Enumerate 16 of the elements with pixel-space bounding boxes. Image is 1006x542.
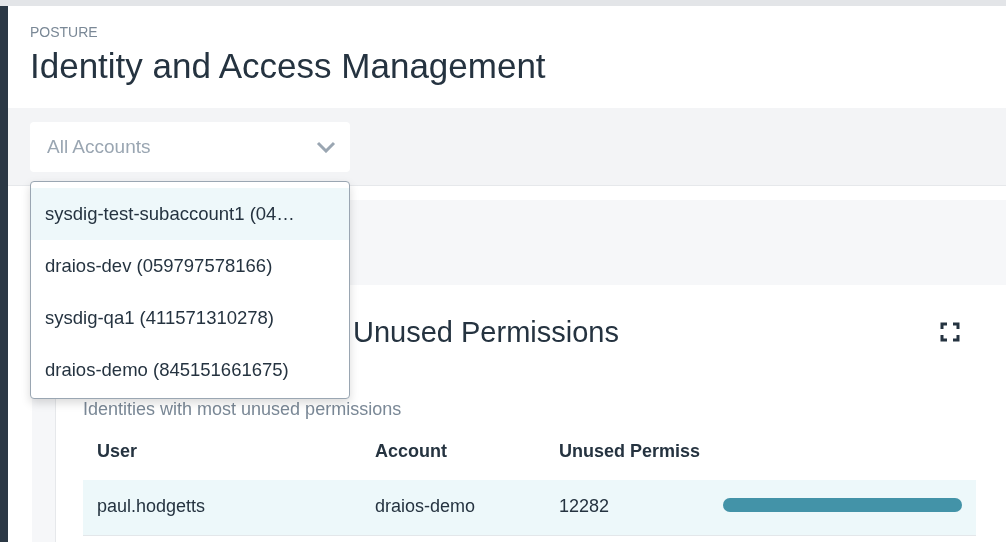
fullscreen-icon[interactable]: [940, 322, 960, 343]
page-title: Identity and Access Management: [30, 45, 547, 87]
dropdown-option[interactable]: draios-demo (845151661675): [31, 344, 349, 396]
column-header: User: [96, 439, 139, 463]
card-title: Unused Permissions: [353, 315, 619, 350]
table-cell: draios-demo: [361, 479, 545, 536]
section-label: POSTURE: [30, 23, 99, 42]
column-header: Unused Permiss: [558, 439, 702, 463]
dropdown-option[interactable]: sysdig-test-subaccount1 (04…: [31, 188, 349, 240]
column-header: Account: [374, 439, 448, 463]
card-subtitle: Identities with most unused permissions: [83, 397, 403, 420]
chevron-down-icon: [316, 141, 336, 153]
dropdown-option[interactable]: sysdig-qa1 (411571310278): [31, 292, 349, 344]
dropdown-option[interactable]: draios-dev (059797578166): [31, 240, 349, 292]
table-cell: paul.hodgetts: [83, 479, 361, 536]
table-cell: 12282: [545, 479, 709, 536]
